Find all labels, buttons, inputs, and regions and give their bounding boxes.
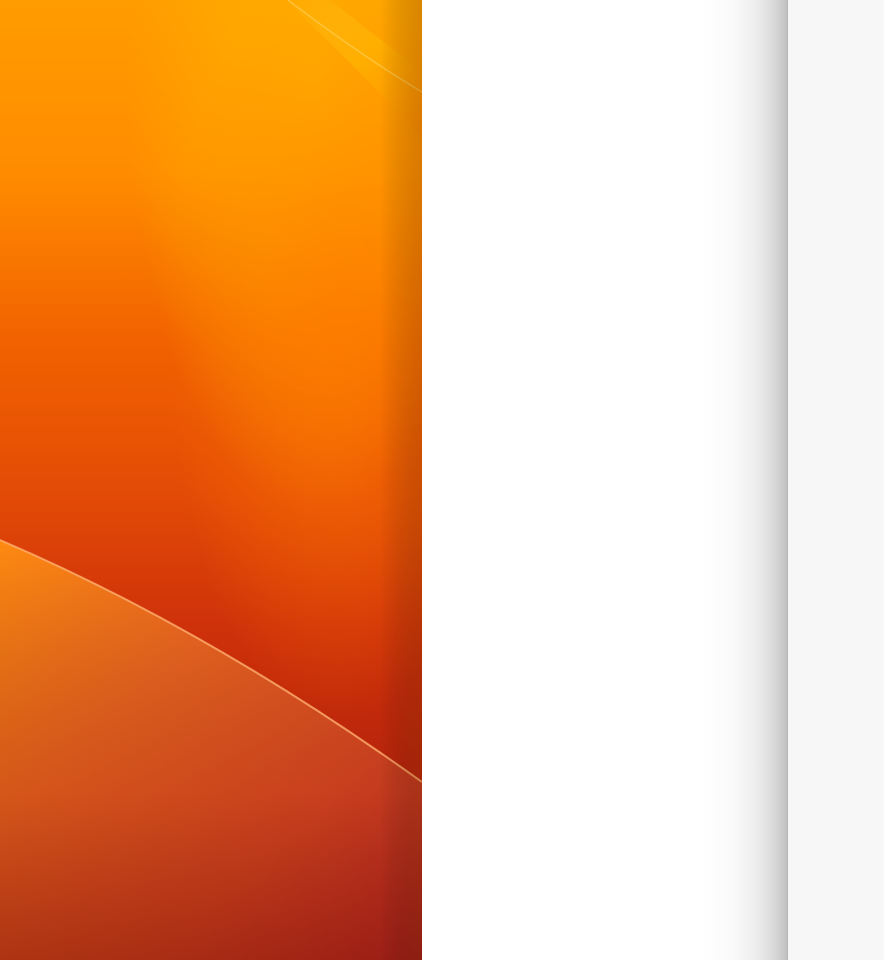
desktop-screen [0,0,884,960]
side-panel [788,0,884,960]
desktop-wallpaper [0,0,422,960]
blank-window-content [422,0,788,960]
wallpaper-image [0,0,422,960]
